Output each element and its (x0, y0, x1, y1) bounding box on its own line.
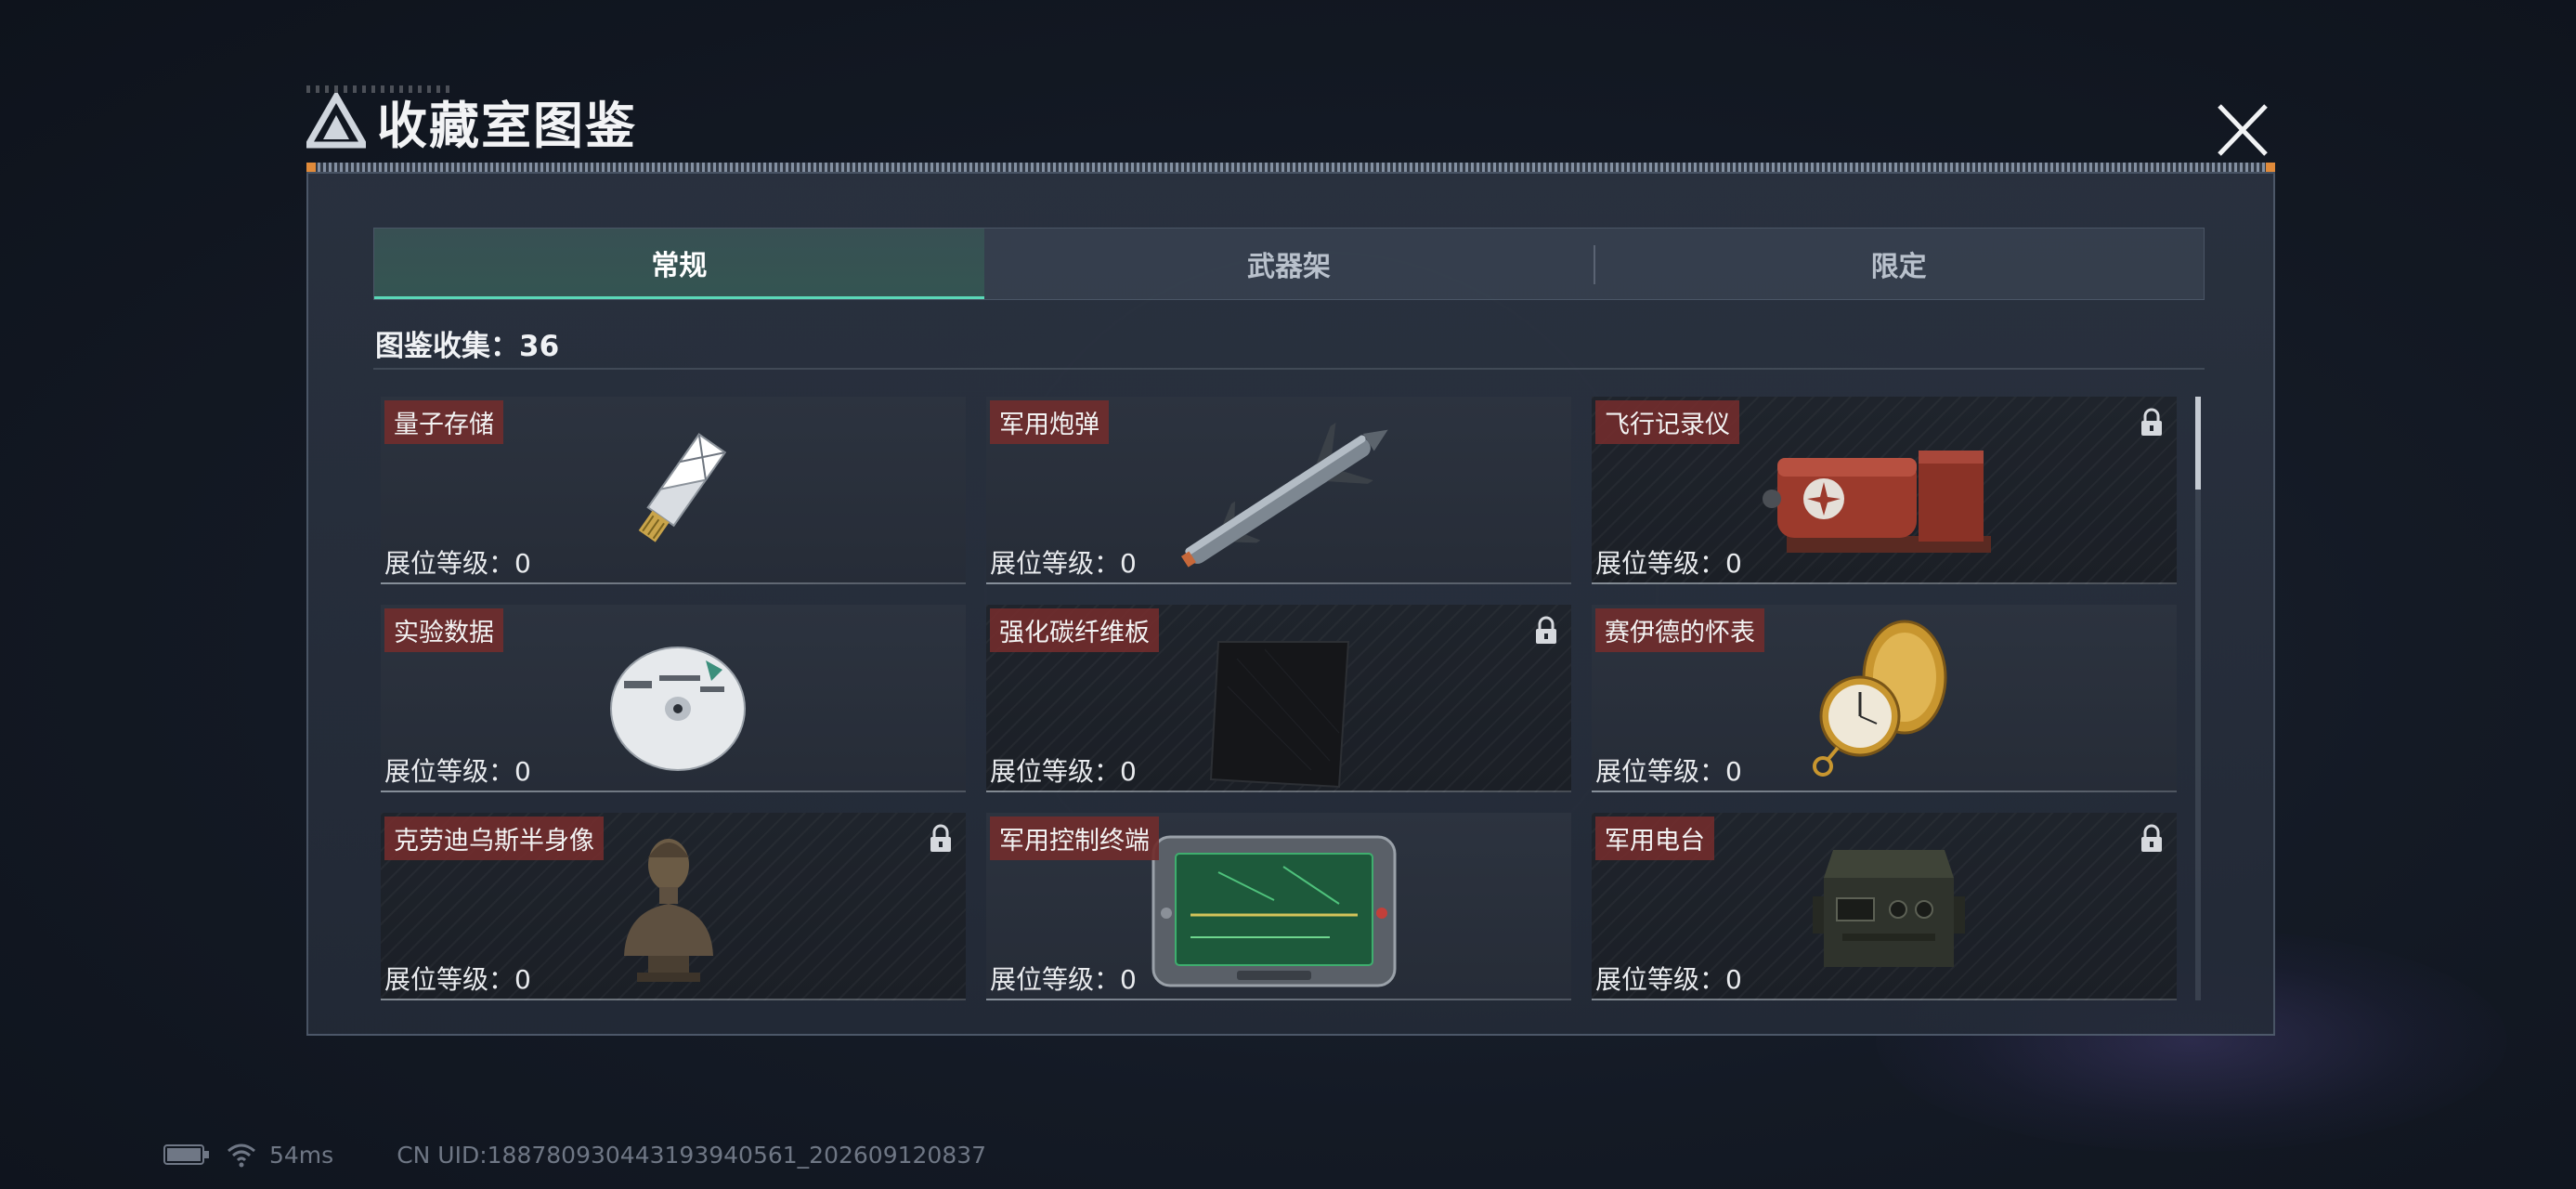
section-divider (373, 368, 2205, 370)
item-level: 展位等级：0 (1595, 964, 1742, 995)
item-name: 军用炮弹 (990, 400, 1109, 444)
header-divider-cap-left (306, 163, 316, 172)
control-terminal-icon (1151, 835, 1397, 987)
lock-icon (2141, 408, 2162, 436)
lock-icon (2141, 824, 2162, 852)
close-icon (2218, 104, 2268, 156)
wifi-icon (228, 1143, 255, 1168)
ping-latency: 54ms (269, 1141, 334, 1169)
header-divider-cap-right (2266, 163, 2275, 172)
tab-limited[interactable]: 限定 (1594, 229, 2204, 299)
tab-regular[interactable]: 常规 (374, 229, 984, 299)
item-card-military-terminal[interactable]: 军用控制终端 展位等级：0 (986, 813, 1571, 1000)
user-uid: CN UID:188780930443193940561_20260912083… (397, 1141, 987, 1169)
battery-icon (163, 1144, 209, 1165)
flight-recorder-icon (1763, 451, 1991, 553)
window-header: 收藏室图鉴 (306, 84, 637, 158)
grid-scrollbar[interactable] (2195, 397, 2201, 1000)
status-bar: 54ms CN UID:188780930443193940561_202609… (163, 1138, 986, 1171)
item-card-military-radio[interactable]: 军用电台 展位等级：0 (1592, 813, 2177, 1000)
header-divider (306, 163, 2275, 172)
item-card-military-shell[interactable]: 军用炮弹 展位等级：0 (986, 397, 1571, 584)
item-name: 量子存储 (384, 400, 503, 444)
item-level: 展位等级：0 (990, 756, 1137, 787)
disc-icon (610, 647, 746, 771)
item-level: 展位等级：0 (990, 964, 1137, 995)
tab-weapon-rack[interactable]: 武器架 (984, 229, 1594, 299)
item-grid: 量子存储 展位等级：0 军用炮弹 展位等级：0 飞行记录仪 展位等级：0 实验数… (381, 397, 2186, 1000)
item-name: 飞行记录仪 (1595, 400, 1739, 444)
item-card-pocket-watch[interactable]: 赛伊德的怀表 展位等级：0 (1592, 605, 2177, 792)
item-name: 赛伊德的怀表 (1595, 608, 1764, 652)
close-button[interactable] (2210, 100, 2275, 160)
item-level: 展位等级：0 (384, 548, 531, 579)
collection-panel: 常规 武器架 限定 图鉴收集：36 量子存储 展位等级：0 军用炮弹 展位等级：… (306, 172, 2275, 1036)
window-title: 收藏室图鉴 (377, 96, 637, 155)
item-card-claudius-bust[interactable]: 克劳迪乌斯半身像 展位等级：0 (381, 813, 966, 1000)
usb-drive-icon (638, 433, 727, 542)
item-name: 军用电台 (1595, 817, 1714, 860)
lock-icon (1536, 616, 1556, 644)
item-name: 实验数据 (384, 608, 503, 652)
missile-icon (1180, 423, 1388, 568)
pocket-watch-icon (1813, 620, 1947, 777)
carbon-plate-icon (1209, 641, 1350, 789)
item-name: 强化碳纤维板 (990, 608, 1159, 652)
tab-bar: 常规 武器架 限定 (373, 228, 2205, 300)
item-level: 展位等级：0 (1595, 756, 1742, 787)
item-name: 军用控制终端 (990, 817, 1159, 860)
item-level: 展位等级：0 (384, 964, 531, 995)
item-level: 展位等级：0 (1595, 548, 1742, 579)
collection-count: 图鉴收集：36 (375, 330, 560, 363)
item-card-flight-recorder[interactable]: 飞行记录仪 展位等级：0 (1592, 397, 2177, 584)
lock-icon (930, 824, 951, 852)
scrollbar-thumb[interactable] (2195, 397, 2201, 490)
logo-icon (306, 93, 366, 149)
radio-icon (1813, 850, 1965, 967)
bust-icon (624, 839, 713, 982)
item-card-carbon-fiber-plate[interactable]: 强化碳纤维板 展位等级：0 (986, 605, 1571, 792)
item-level: 展位等级：0 (990, 548, 1137, 579)
item-level: 展位等级：0 (384, 756, 531, 787)
item-name: 克劳迪乌斯半身像 (384, 817, 604, 860)
item-card-experiment-data[interactable]: 实验数据 展位等级：0 (381, 605, 966, 792)
item-card-quantum-storage[interactable]: 量子存储 展位等级：0 (381, 397, 966, 584)
